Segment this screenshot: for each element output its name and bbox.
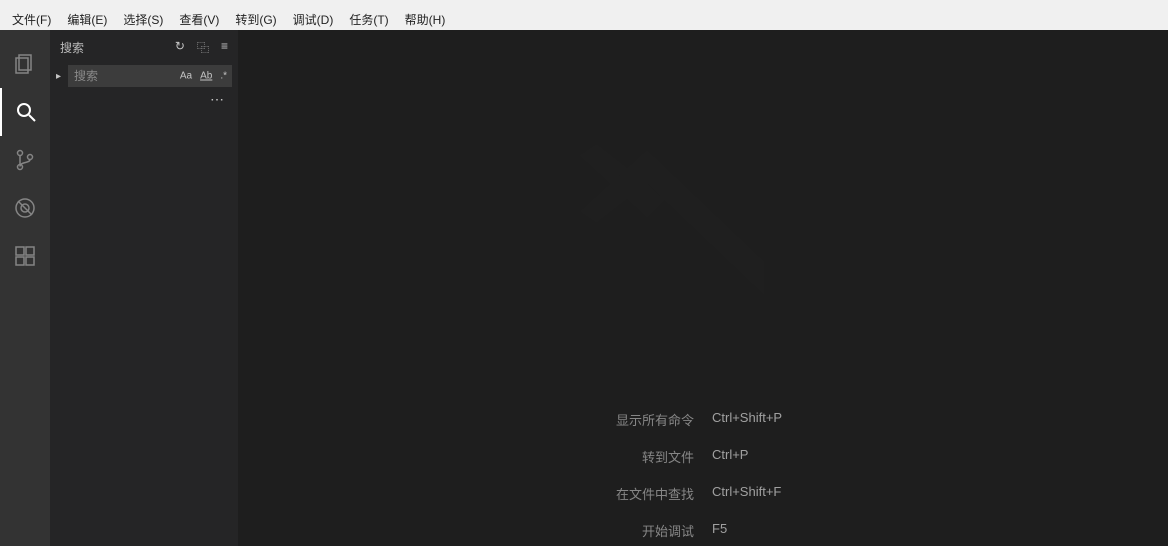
regex-toggle[interactable]: .*	[219, 71, 228, 82]
menu-edit[interactable]: 编辑(E)	[59, 9, 115, 30]
shortcut-label: 在文件中查找	[514, 484, 694, 503]
files-icon	[13, 52, 37, 76]
menu-view[interactable]: 查看(V)	[171, 9, 227, 30]
menu-go[interactable]: 转到(G)	[227, 9, 284, 30]
titlebar	[0, 0, 1168, 8]
shortcut-keys: Ctrl+P	[712, 447, 892, 466]
menu-help[interactable]: 帮助(H)	[397, 9, 454, 30]
shortcut-keys: Ctrl+Shift+P	[712, 410, 892, 429]
sidebar-title: 搜索	[60, 39, 84, 56]
sidebar-header: 搜索 ↻ ⿻ ≡	[50, 30, 238, 65]
shortcut-keys: Ctrl+Shift+F	[712, 484, 892, 503]
shortcut-label: 显示所有命令	[514, 410, 694, 429]
collapse-icon[interactable]: ⿻	[197, 39, 209, 56]
vscode-watermark-icon	[563, 43, 843, 326]
activity-search[interactable]	[0, 88, 50, 136]
shortcut-label: 开始调试	[514, 521, 694, 540]
expand-replace-icon[interactable]: ▸	[56, 71, 68, 82]
menu-debug[interactable]: 调试(D)	[285, 9, 342, 30]
search-sidebar: 搜索 ↻ ⿻ ≡ ▸ Aa Ab .* ⋯	[50, 30, 238, 546]
bug-icon	[13, 196, 37, 220]
activity-bar	[0, 30, 50, 546]
refresh-icon[interactable]: ↻	[175, 39, 185, 56]
menu-tasks[interactable]: 任务(T)	[341, 9, 396, 30]
shortcut-row: 转到文件 Ctrl+P	[514, 447, 892, 466]
menubar: 文件(F) 编辑(E) 选择(S) 查看(V) 转到(G) 调试(D) 任务(T…	[0, 8, 1168, 30]
editor-area: 显示所有命令 Ctrl+Shift+P 转到文件 Ctrl+P 在文件中查找 C…	[238, 30, 1168, 546]
branch-icon	[13, 148, 37, 172]
shortcut-row: 开始调试 F5	[514, 521, 892, 540]
activity-debug[interactable]	[0, 184, 50, 232]
search-input-row: ▸ Aa Ab .*	[50, 65, 238, 91]
match-word-toggle[interactable]: Ab	[199, 71, 213, 82]
shortcut-keys: F5	[712, 521, 892, 540]
clear-icon[interactable]: ≡	[221, 39, 228, 56]
extensions-icon	[13, 244, 37, 268]
match-case-toggle[interactable]: Aa	[179, 71, 193, 82]
welcome-shortcuts: 显示所有命令 Ctrl+Shift+P 转到文件 Ctrl+P 在文件中查找 C…	[238, 410, 1168, 540]
toggle-search-details[interactable]: ⋯	[50, 91, 238, 108]
shortcut-row: 显示所有命令 Ctrl+Shift+P	[514, 410, 892, 429]
menu-select[interactable]: 选择(S)	[115, 9, 171, 30]
search-icon	[14, 100, 38, 124]
activity-scm[interactable]	[0, 136, 50, 184]
menu-file[interactable]: 文件(F)	[4, 9, 59, 30]
shortcut-row: 在文件中查找 Ctrl+Shift+F	[514, 484, 892, 503]
activity-explorer[interactable]	[0, 40, 50, 88]
shortcut-label: 转到文件	[514, 447, 694, 466]
activity-extensions[interactable]	[0, 232, 50, 280]
